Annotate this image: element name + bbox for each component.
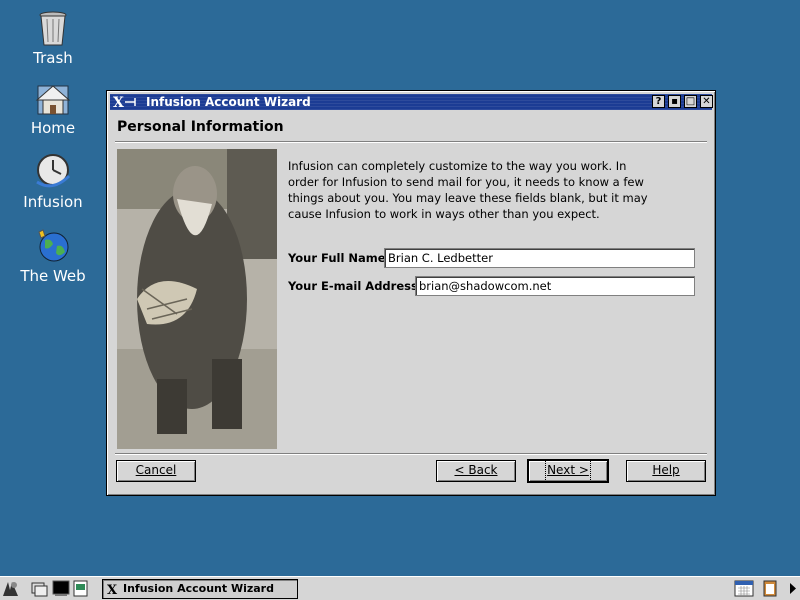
taskbar-window-button[interactable]: X Infusion Account Wizard (102, 579, 298, 599)
wizard-photo (117, 149, 277, 449)
wizard-description: Infusion can completely customize to the… (288, 159, 648, 221)
window-list-icon[interactable] (30, 580, 48, 597)
start-menu-icon[interactable] (2, 580, 20, 597)
divider (115, 141, 707, 143)
cancel-button-label: Cancel (135, 463, 177, 477)
infusion-icon (36, 154, 71, 188)
help-button-label: Help (652, 463, 680, 477)
desktop-icon-label: Infusion (23, 193, 83, 211)
window-titlebar[interactable]: X Infusion Account Wizard ? ▪ □ ✕ (110, 94, 713, 110)
divider (115, 453, 707, 455)
clipboard-icon[interactable] (760, 580, 780, 597)
close-button[interactable]: ✕ (700, 95, 713, 108)
desktop-icon-trash[interactable]: Trash (8, 8, 98, 67)
svg-text:X: X (107, 583, 118, 596)
cancel-button[interactable]: Cancel (116, 460, 196, 482)
help-button[interactable]: Help (626, 460, 706, 482)
back-button-label: < Back (454, 463, 498, 477)
full-name-field[interactable] (384, 248, 695, 268)
next-button-label: Next > (545, 459, 591, 482)
x-window-icon: X (107, 583, 118, 596)
window-title: Infusion Account Wizard (146, 95, 311, 109)
desktop-icon-infusion[interactable]: Infusion (8, 152, 98, 211)
back-button[interactable]: < Back (436, 460, 516, 482)
terminal-icon[interactable] (52, 580, 70, 597)
help-title-button[interactable]: ? (652, 95, 665, 108)
next-button[interactable]: Next > (528, 459, 608, 482)
text-editor-icon[interactable] (72, 580, 90, 597)
trash-icon (39, 11, 67, 46)
svg-text:X: X (113, 95, 124, 110)
desktop-icon-label: The Web (20, 267, 86, 285)
desktop-icon-web[interactable]: The Web (8, 226, 98, 285)
taskbar: X Infusion Account Wizard (0, 576, 800, 600)
wizard-window: X Infusion Account Wizard ? ▪ □ ✕ Person… (106, 90, 716, 496)
scroll-right-icon[interactable] (788, 580, 798, 597)
full-name-label: Your Full Name (288, 251, 386, 265)
window-menu-icon[interactable]: X (112, 94, 142, 110)
desktop-icon-home[interactable]: Home (8, 78, 98, 137)
email-label: Your E-mail Address (288, 279, 418, 293)
email-field[interactable] (415, 276, 695, 296)
taskbar-window-label: Infusion Account Wizard (123, 582, 274, 595)
maximize-button[interactable]: □ (684, 95, 697, 108)
minimize-button[interactable]: ▪ (668, 95, 681, 108)
calendar-icon[interactable] (733, 580, 755, 597)
globe-icon (38, 229, 69, 262)
page-title: Personal Information (117, 119, 284, 135)
desktop-icon-label: Home (30, 119, 76, 137)
desktop-icon-label: Trash (33, 49, 73, 67)
home-icon (35, 85, 71, 115)
